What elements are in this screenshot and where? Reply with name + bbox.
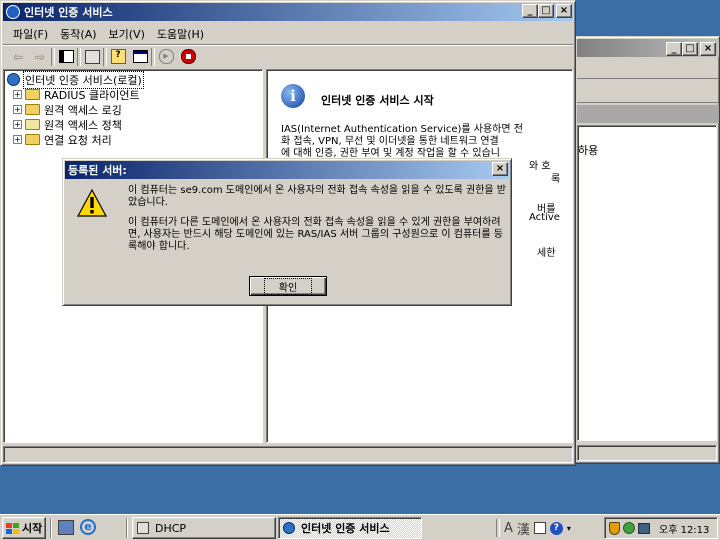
help-icon[interactable]: ? xyxy=(107,47,129,67)
maximize-button[interactable]: □ xyxy=(538,4,554,18)
start-label: 시작 xyxy=(22,522,43,535)
maximize-button[interactable]: □ xyxy=(682,42,698,56)
language-menu-icon[interactable]: ▾ xyxy=(567,524,571,533)
dialog-message-1: 이 컴퓨터는 se9.com 도메인에서 온 사용자의 전화 접속 속성을 읽을… xyxy=(128,185,506,208)
clock[interactable]: 오후 12:13 xyxy=(659,521,709,536)
menu-bar: 파일(F) 동작(A) 보기(V) 도움말(H) xyxy=(3,24,573,43)
minimize-button[interactable]: _ xyxy=(522,4,538,18)
tree-item-label: 연결 요청 처리 xyxy=(44,133,112,147)
folder-icon xyxy=(25,89,40,100)
forward-arrow-icon[interactable]: ⇨ xyxy=(29,47,51,67)
main-window-titlebar[interactable]: 인터넷 인증 서비스 _ □ × xyxy=(3,3,573,21)
help-circle-icon[interactable]: ? xyxy=(549,521,563,535)
tree-item[interactable]: + 연결 요청 처리 xyxy=(7,132,262,147)
console-icon[interactable] xyxy=(129,47,151,67)
warning-icon xyxy=(77,189,107,217)
expand-icon[interactable]: + xyxy=(13,105,22,114)
task-label: DHCP xyxy=(155,521,187,535)
clip-text: 세한 xyxy=(537,248,556,259)
dialog-message-2: 이 컴퓨터가 다른 도메인에서 온 사용자의 전화 접속 속성을 읽을 수 있게… xyxy=(128,217,503,252)
tree-item-label: RADIUS 클라이언트 xyxy=(44,88,140,102)
tree-root[interactable]: 인터넷 인증 서비스(로컬) xyxy=(7,70,262,89)
language-bar: A 漢 ? ▾ xyxy=(496,519,586,538)
info-icon: i xyxy=(281,84,305,108)
status-bar xyxy=(3,446,573,463)
paragraph-line: 화 접속, VPN, 무선 및 이더넷을 통한 네트워크 연결 xyxy=(281,136,499,147)
clip-text: 와 호 xyxy=(529,161,551,172)
tree-item[interactable]: + 원격 액세스 정책 xyxy=(7,117,262,132)
background-list-pane[interactable]: 하용 xyxy=(577,125,717,441)
menu-file[interactable]: 파일(F) xyxy=(7,26,54,42)
paragraph-line: IAS(Internet Authentication Service)를 사용… xyxy=(281,124,523,135)
ime-mode-a[interactable]: A xyxy=(504,521,513,536)
policy-icon xyxy=(25,119,40,130)
tree-item[interactable]: + 원격 액세스 로깅 xyxy=(7,102,262,117)
task-button-ias[interactable]: 인터넷 인증 서비스 xyxy=(278,517,422,539)
minimize-button[interactable]: _ xyxy=(666,42,682,56)
clip-text: 록 xyxy=(551,174,561,185)
show-tree-icon[interactable] xyxy=(55,47,77,67)
stop-service-icon[interactable] xyxy=(177,47,199,67)
monitor-icon[interactable] xyxy=(638,522,650,534)
task-label: 인터넷 인증 서비스 xyxy=(301,522,390,535)
background-menu-strip xyxy=(577,59,719,79)
dialog-titlebar[interactable]: 등록된 서버: × xyxy=(65,161,509,179)
ias-icon xyxy=(7,73,20,86)
background-clip-text: 하용 xyxy=(578,144,599,157)
taskbar-separator xyxy=(126,518,128,538)
ok-button[interactable]: 확인 xyxy=(249,276,327,296)
app-icon xyxy=(6,5,20,19)
dialog-close-button[interactable]: × xyxy=(492,162,508,176)
background-header-row xyxy=(577,105,719,123)
dialog-title: 등록된 서버: xyxy=(68,164,127,177)
ok-button-label: 확인 xyxy=(263,277,313,295)
ime-hanja[interactable]: 漢 xyxy=(517,519,530,538)
tree-item[interactable]: + RADIUS 클라이언트 xyxy=(7,87,262,102)
network-icon[interactable] xyxy=(623,522,635,534)
background-window-titlebar[interactable]: _ □ × xyxy=(577,39,719,57)
dialog: 등록된 서버: × 이 컴퓨터는 se9.com 도메인에서 온 사용자의 전화… xyxy=(62,158,512,306)
task-button-dhcp[interactable]: DHCP xyxy=(132,517,276,539)
folder-icon xyxy=(25,134,40,145)
close-button[interactable]: × xyxy=(700,42,716,56)
pane-heading: 인터넷 인증 서비스 시작 xyxy=(321,94,434,107)
internet-explorer-icon[interactable]: e xyxy=(80,519,96,535)
close-button[interactable]: × xyxy=(556,4,572,18)
taskbar-separator xyxy=(50,518,52,538)
clip-text: Active xyxy=(529,212,560,223)
background-status-bar xyxy=(577,445,717,461)
background-window: _ □ × 하용 xyxy=(574,36,720,464)
back-arrow-icon[interactable]: ⇦ xyxy=(7,47,29,67)
expand-icon[interactable]: + xyxy=(13,120,22,129)
menu-action[interactable]: 동작(A) xyxy=(54,26,102,42)
tree-item-label: 원격 액세스 정책 xyxy=(44,118,122,132)
ias-icon xyxy=(283,522,295,534)
pane-paragraph: IAS(Internet Authentication Service)를 사용… xyxy=(281,124,572,160)
show-desktop-icon[interactable] xyxy=(58,520,74,535)
windows-logo-icon xyxy=(6,522,19,534)
folder-icon xyxy=(25,104,40,115)
menu-help[interactable]: 도움말(H) xyxy=(151,26,210,42)
expand-icon[interactable]: + xyxy=(13,90,22,99)
security-shield-icon[interactable] xyxy=(609,521,620,535)
start-button[interactable]: 시작 xyxy=(2,517,46,539)
taskbar: 시작 e DHCP 인터넷 인증 서비스 A 漢 ? ▾ 오후 12:13 xyxy=(0,514,720,540)
background-toolbar-strip xyxy=(577,81,719,103)
toolbar: ⇦ ⇨ ? ▶ xyxy=(3,44,573,68)
ime-tool-icon[interactable] xyxy=(533,522,546,534)
taskbar-separator xyxy=(496,519,500,537)
tree-item-label: 원격 액세스 로깅 xyxy=(44,103,122,117)
main-window-title: 인터넷 인증 서비스 xyxy=(24,6,113,19)
start-service-icon[interactable]: ▶ xyxy=(155,47,177,67)
system-tray: 오후 12:13 xyxy=(604,517,718,539)
expand-icon[interactable]: + xyxy=(13,135,22,144)
dhcp-icon xyxy=(137,522,149,534)
properties-icon[interactable] xyxy=(81,47,103,67)
menu-view[interactable]: 보기(V) xyxy=(103,26,151,42)
